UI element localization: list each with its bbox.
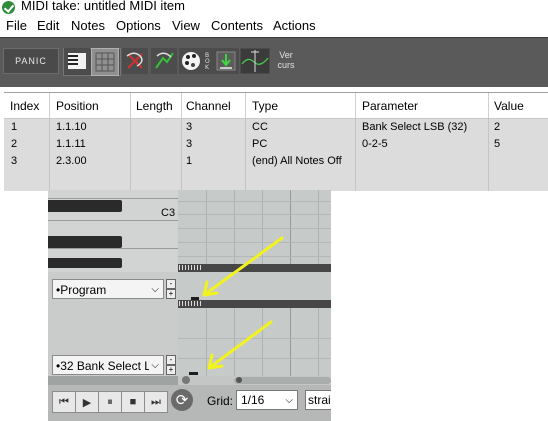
black-key[interactable] [48, 236, 122, 248]
black-key[interactable] [48, 258, 122, 268]
piano-roll-inset: C3 •Program ⌵ - + •32 Bank Select LS ⌵ - + [48, 190, 331, 421]
pause-icon[interactable]: ⏸ [98, 391, 122, 413]
go-to-end-icon[interactable]: ⏭ [144, 391, 168, 413]
piano-keyboard[interactable]: C3 [48, 190, 178, 272]
vertical-cursor-label[interactable]: Ver curs [273, 50, 299, 70]
table-row[interactable]: 2 1.1.11 3 PC 0-2-5 5 [4, 136, 548, 153]
go-to-start-icon[interactable]: ⏮ [52, 391, 76, 413]
menu-file[interactable]: File [6, 18, 27, 33]
svg-text:K: K [205, 64, 210, 71]
repeat-icon[interactable]: ⟳ [171, 389, 193, 411]
bank-select-event[interactable] [189, 372, 198, 375]
col-value[interactable]: Value [494, 99, 524, 113]
col-type[interactable]: Type [252, 99, 278, 113]
col-parameter[interactable]: Parameter [362, 99, 418, 113]
menu-bar: File Edit Notes Options View Contents Ac… [0, 15, 548, 36]
vertical-cursor-icon[interactable] [240, 48, 270, 74]
grid-type-select[interactable]: straig [305, 390, 331, 410]
menu-actions[interactable]: Actions [273, 18, 316, 33]
lane-select-bank-select[interactable]: •32 Bank Select LS ⌵ [52, 355, 164, 375]
record-icon[interactable] [213, 48, 239, 74]
cc-lane-program[interactable] [178, 272, 331, 300]
menu-contents[interactable]: Contents [211, 18, 263, 33]
window-title: MIDI take: untitled MIDI item [21, 0, 185, 13]
piano-roll-icon[interactable] [64, 48, 90, 74]
key-label-c3: C3 [161, 207, 176, 219]
menu-edit[interactable]: Edit [37, 18, 59, 33]
cc-lane-bank-select[interactable] [178, 308, 331, 376]
panic-button[interactable]: PANIC [3, 48, 59, 74]
lane-minus-button[interactable]: - [166, 279, 176, 289]
col-index[interactable]: Index [10, 99, 39, 113]
title-bar: MIDI take: untitled MIDI item [0, 0, 548, 15]
lane-divider[interactable] [178, 264, 331, 272]
reaper-logo-icon [2, 1, 15, 14]
lane-divider[interactable] [178, 300, 331, 308]
scroll-thumb[interactable] [234, 377, 331, 384]
toolbar: PANIC B O K Ver curs [0, 37, 548, 87]
transport-bar: ⏮ ▶ ⏸ ■ ⏭ ⟳ Grid: 1/16⌵ straig [48, 385, 331, 421]
table-row[interactable]: 1 1.1.10 3 CC Bank Select LSB (32) 2 [4, 119, 548, 136]
menu-options[interactable]: Options [116, 18, 161, 33]
col-position[interactable]: Position [56, 99, 99, 113]
event-list: Index Position Length Channel Type Param… [4, 92, 548, 191]
black-key[interactable] [48, 200, 122, 212]
lane-minus-button[interactable]: - [166, 355, 176, 365]
lane-plus-button[interactable]: + [166, 365, 176, 375]
palette-icon[interactable] [179, 48, 205, 74]
menu-view[interactable]: View [172, 18, 200, 33]
stop-icon[interactable]: ■ [121, 391, 145, 413]
table-row[interactable]: 3 2.3.00 1 (end) All Notes Off [4, 153, 548, 170]
redo-sample-icon[interactable] [151, 48, 177, 74]
col-length[interactable]: Length [136, 99, 173, 113]
menu-notes[interactable]: Notes [71, 18, 105, 33]
note-grid[interactable] [178, 190, 331, 266]
col-channel[interactable]: Channel [186, 99, 231, 113]
event-list-icon[interactable] [91, 48, 119, 76]
grid-size-select[interactable]: 1/16 ⌵ [236, 390, 298, 410]
event-list-header: Index Position Length Channel Type Param… [4, 93, 548, 119]
lane-select-program[interactable]: •Program ⌵ [52, 279, 164, 299]
scroll-knob-icon[interactable] [236, 377, 242, 383]
lane-plus-button[interactable]: + [166, 289, 176, 299]
grid-label: Grid: [207, 394, 234, 408]
scroll-left-icon[interactable] [182, 376, 190, 384]
play-icon[interactable]: ▶ [75, 391, 99, 413]
undo-sample-icon[interactable] [122, 48, 148, 74]
